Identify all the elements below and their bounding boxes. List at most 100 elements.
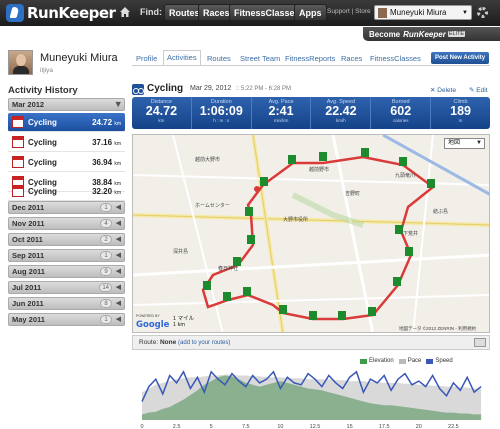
month-row[interactable]: Oct 2011 2 ◀	[8, 233, 125, 246]
map-label: 下荒井	[403, 230, 418, 237]
tab-profile[interactable]: Profile	[136, 52, 157, 66]
chevron-left-icon: ◀	[115, 252, 121, 259]
month-row[interactable]: Sep 2011 1 ◀	[8, 249, 125, 262]
route-map[interactable]: 越前大野市 越前野市 大野市役所 下荒井 結ぶ島 春日神社 深井島 九頭竜川 吉…	[132, 134, 490, 333]
legend-swatch-pace	[398, 358, 406, 364]
add-to-routes-link[interactable]: (add to your routes)	[178, 340, 230, 346]
map-type-select[interactable]: 地図 ▼	[444, 138, 485, 149]
runkeeper-logo-icon	[6, 4, 24, 22]
month-count-badge: 4	[100, 219, 112, 228]
nav-apps[interactable]: Apps	[294, 4, 327, 21]
tab-activities[interactable]: Activities	[163, 50, 201, 66]
tab-street-team[interactable]: Street Team	[240, 52, 280, 66]
powered-by-label: POWERED BY	[136, 314, 160, 318]
tab-divider	[132, 65, 490, 66]
activity-date: Mar 29, 2012	[190, 85, 232, 92]
activity-type: Cycling	[28, 137, 57, 147]
tab-fitness-classes[interactable]: FitnessClasses	[370, 52, 421, 66]
user-menu-select[interactable]: Muneyuki Miura ▼	[374, 5, 472, 20]
post-new-activity-button[interactable]: Post New Activity	[431, 52, 489, 64]
activity-row[interactable]: Cycling 36.94 km	[8, 153, 125, 172]
series-area-pace	[142, 374, 482, 420]
find-label: Find:	[140, 7, 162, 17]
elite-badge: ELITE	[447, 31, 466, 37]
home-icon[interactable]	[119, 6, 131, 18]
map-label: 大野市役所	[283, 216, 308, 223]
activity-type: Cycling	[28, 157, 57, 167]
chevron-down-icon: ▼	[462, 9, 468, 16]
delete-link[interactable]: ✕ Delete	[430, 86, 456, 94]
activity-row-selected[interactable]: Cycling 24.72 km	[8, 113, 125, 132]
activity-title: Cycling	[147, 83, 184, 94]
x-tick-label: 2.5	[173, 424, 181, 429]
month-row[interactable]: Aug 2011 9 ◀	[8, 265, 125, 278]
chevron-down-icon: ◀	[114, 101, 122, 108]
month-count-badge: 1	[100, 203, 112, 212]
calendar-icon	[12, 185, 24, 197]
runkeeper-logo[interactable]: RunKeeper	[6, 3, 116, 23]
calendar-icon	[12, 136, 24, 148]
month-row[interactable]: Nov 2011 4 ◀	[8, 217, 125, 230]
activity-row[interactable]: Cycling 32.20 km	[8, 182, 125, 201]
x-tick-label: 15	[347, 424, 353, 429]
map-label: 吉野町	[345, 190, 360, 197]
month-label: May 2011	[12, 315, 45, 324]
stat-climb: Climb 189 m	[450, 99, 471, 123]
month-row[interactable]: Jun 2011 8 ◀	[8, 297, 125, 310]
google-logo[interactable]: Google	[136, 320, 169, 330]
edit-link[interactable]: ✎ Edit	[469, 86, 487, 94]
bicycle-icon	[132, 84, 144, 95]
map-scale: 1 マイル 1 km	[173, 316, 195, 328]
month-row-current[interactable]: Mar 2012 ◀	[8, 98, 125, 111]
legend-speed[interactable]: Speed	[435, 358, 452, 364]
legend-pace[interactable]: Pace	[408, 358, 422, 364]
month-count-badge: 14	[99, 283, 112, 292]
elevation-pace-speed-chart[interactable]: 0 2.5 5 7.5 10 12.5 15 17.5 20 22.5	[140, 367, 490, 429]
chevron-left-icon: ◀	[115, 300, 121, 307]
month-label: Dec 2011	[12, 203, 45, 212]
tab-races[interactable]: Races	[341, 52, 362, 66]
tab-routes[interactable]: Routes	[207, 52, 231, 66]
month-label: Aug 2011	[12, 267, 45, 276]
legend-swatch-speed	[426, 358, 434, 364]
map-label: 春日神社	[218, 265, 238, 272]
map-label: 深井島	[173, 248, 188, 255]
activity-type: Cycling	[28, 186, 57, 196]
map-label: 越前野市	[309, 166, 329, 173]
map-label: 結ぶ島	[433, 208, 448, 215]
activity-row[interactable]: Cycling 37.16 km	[8, 133, 125, 152]
comment-icon[interactable]	[474, 338, 486, 347]
month-label: Sep 2011	[12, 251, 45, 260]
stat-distance: Distance 24.72 km	[132, 97, 192, 129]
stat-duration: Duration 1:06:09 h : m : s	[192, 97, 252, 129]
month-row[interactable]: Dec 2011 1 ◀	[8, 201, 125, 214]
month-row[interactable]: Jul 2011 14 ◀	[8, 281, 125, 294]
month-count-badge: 1	[100, 251, 112, 260]
calendar-icon	[12, 156, 24, 168]
month-count-badge: 8	[100, 299, 112, 308]
tab-fitness-reports[interactable]: FitnessReports	[285, 52, 335, 66]
route-label: Route:	[139, 339, 159, 346]
chevron-left-icon: ◀	[115, 220, 121, 227]
become-elite-banner[interactable]: Become RunKeeper ELITE	[363, 27, 500, 41]
chart-legend: Elevation Pace Speed	[355, 358, 453, 364]
month-row[interactable]: May 2011 1 ◀	[8, 313, 125, 326]
activity-distance: 32.20 km	[92, 186, 121, 196]
activity-history-title: Activity History	[8, 85, 78, 96]
chevron-left-icon: ◀	[115, 284, 121, 291]
x-tick-label: 12.5	[310, 424, 321, 429]
legend-elevation[interactable]: Elevation	[369, 358, 394, 364]
activity-header: Cycling Mar 29, 2012 :: 5:22 PM - 6:28 P…	[132, 83, 490, 96]
route-value: None	[159, 339, 177, 346]
chevron-left-icon: ◀	[115, 236, 121, 243]
activity-stats-bar: Distance 24.72 km Duration 1:06:09 h : m…	[132, 97, 490, 129]
profile-photo[interactable]	[8, 50, 33, 75]
user-menu-name: Muneyuki Miura	[390, 8, 447, 17]
chevron-left-icon: ◀	[115, 204, 121, 211]
map-attribution[interactable]: 地図データ ©2012 ZENRIN - 利用規約	[399, 326, 476, 332]
activity-distance: 24.72 km	[92, 117, 121, 127]
profile-name[interactable]: Muneyuki Miura	[40, 52, 118, 64]
support-store-links[interactable]: Support | Store	[327, 8, 371, 15]
gear-icon[interactable]	[477, 7, 488, 18]
stat-burned: Burned 602 calories	[371, 97, 432, 129]
